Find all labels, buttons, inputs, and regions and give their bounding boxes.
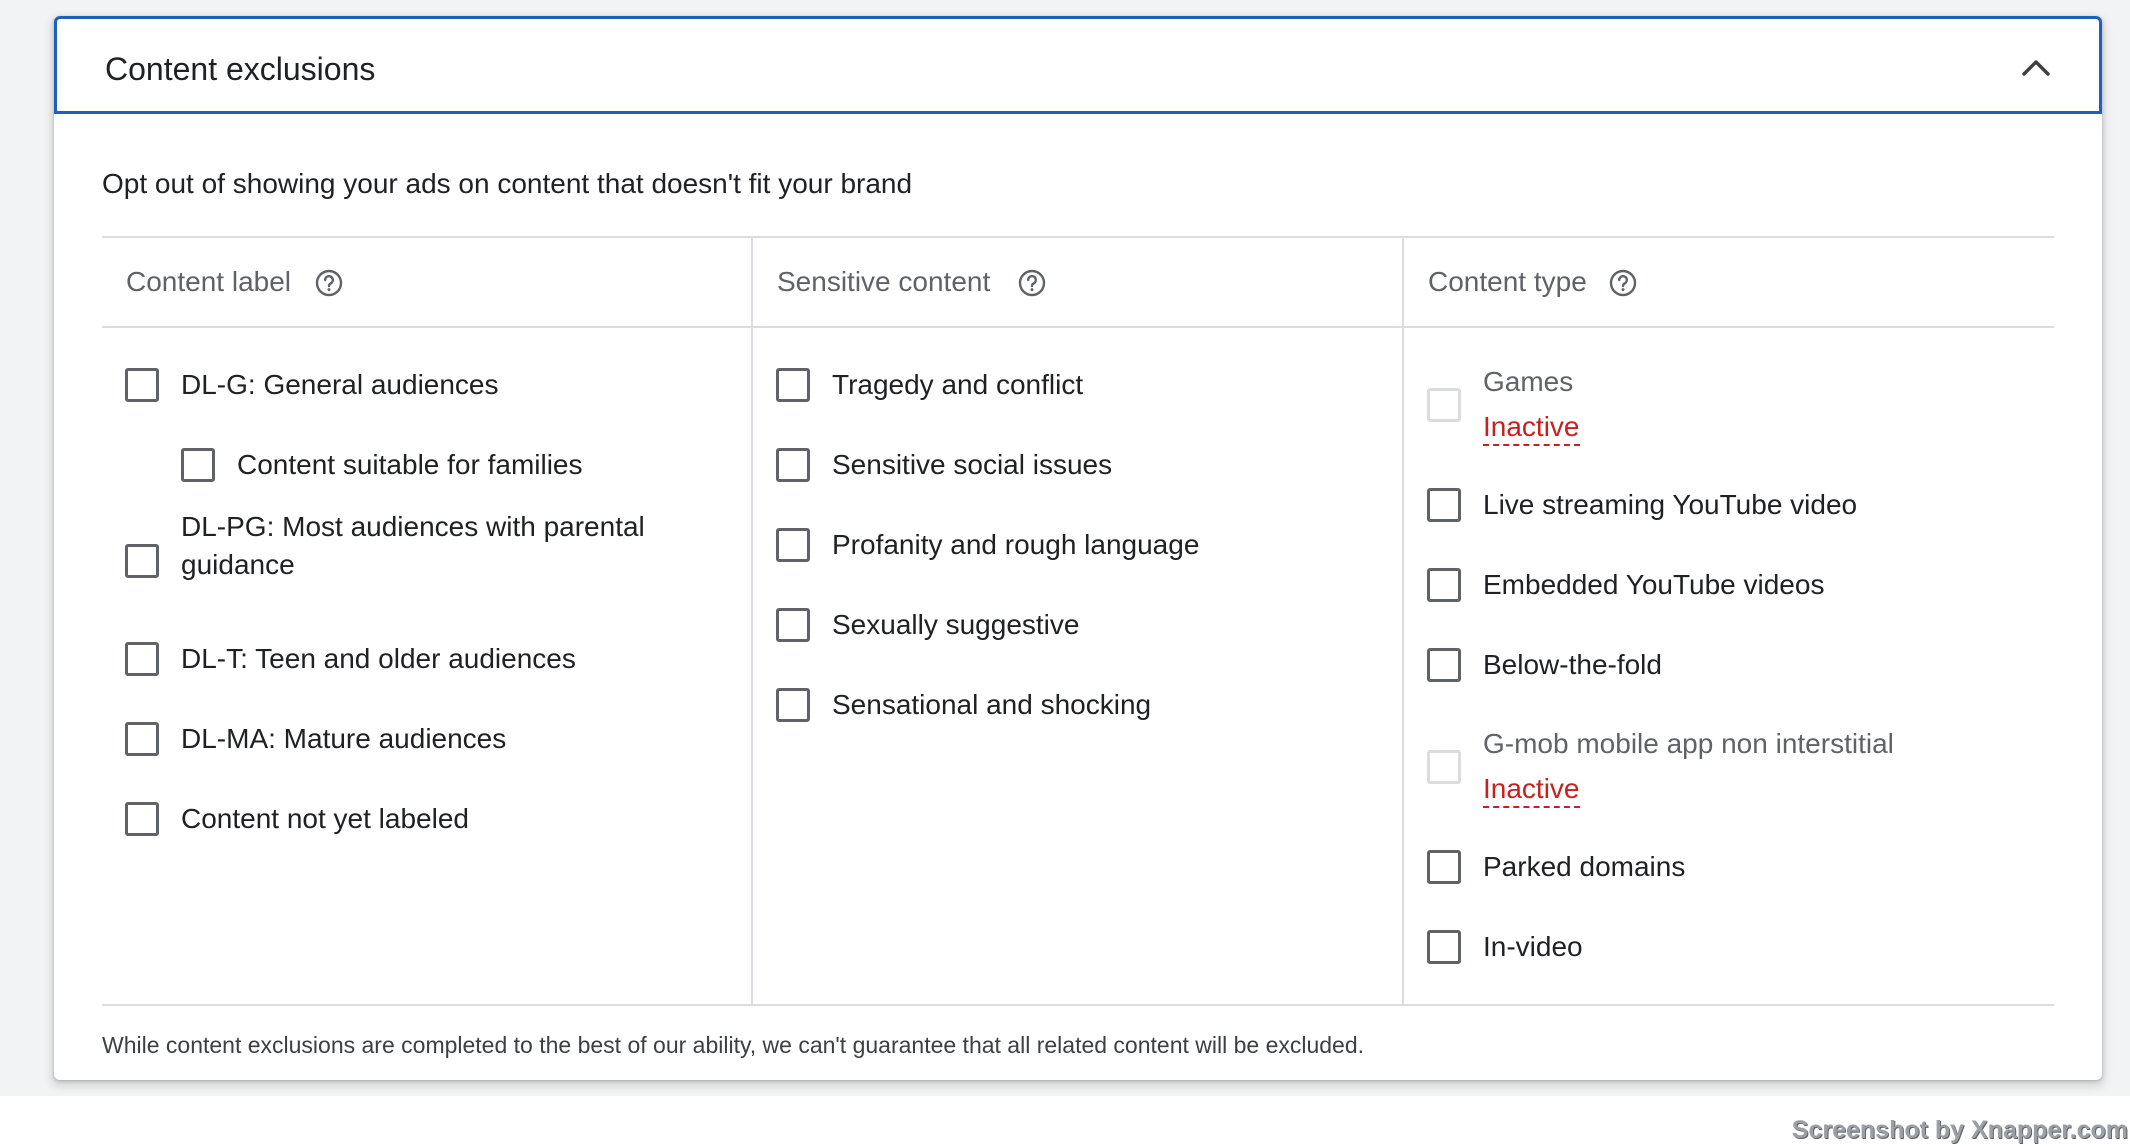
chevron-up-icon [2022, 60, 2050, 76]
checkbox-label: Content not yet labeled [181, 803, 469, 834]
checkbox-label: G-mob mobile app non interstitial [1483, 728, 1894, 759]
checkbox-label: Sexually suggestive [832, 609, 1080, 640]
checkbox-disabled [1427, 750, 1461, 784]
checkbox[interactable] [125, 642, 159, 676]
checkbox-label: DL-PG: Most audiences with parental guid… [181, 511, 645, 580]
column-header-label: Sensitive content [777, 266, 991, 297]
column-header: Sensitive content [753, 238, 1402, 328]
checkbox[interactable] [776, 688, 810, 722]
watermark: Screenshot by Xnapper.com [1791, 1116, 2128, 1144]
inactive-status-link[interactable]: Inactive [1483, 410, 1580, 446]
checkbox-label: Profanity and rough language [832, 529, 1200, 560]
checkbox[interactable] [181, 448, 215, 482]
checkbox[interactable] [776, 608, 810, 642]
checkbox[interactable] [776, 528, 810, 562]
help-circle-icon[interactable] [314, 268, 344, 298]
exclusions-grid: Content label DL-G: General audiences Co… [102, 236, 2054, 1006]
column-header-label: Content label [126, 266, 292, 297]
checkbox-disabled [1427, 388, 1461, 422]
checkbox[interactable] [1427, 648, 1461, 682]
checkbox-label: Games [1483, 366, 1574, 397]
column-header: Content label [102, 238, 751, 328]
checkbox[interactable] [125, 722, 159, 756]
card-title: Content exclusions [105, 51, 376, 87]
checkbox-label: Sensitive social issues [832, 449, 1113, 480]
checkbox-label: Embedded YouTube videos [1483, 569, 1825, 600]
checkbox-label: DL-G: General audiences [181, 369, 499, 400]
column-header-label: Content type [1428, 266, 1587, 297]
card-subtitle: Opt out of showing your ads on content t… [102, 168, 913, 199]
checkbox-label: Sensational and shocking [832, 689, 1152, 720]
checkbox[interactable] [776, 368, 810, 402]
column-content-label: Content label DL-G: General audiences Co… [102, 238, 753, 1004]
checkbox[interactable] [1427, 568, 1461, 602]
checkbox[interactable] [1427, 488, 1461, 522]
checkbox[interactable] [125, 368, 159, 402]
help-circle-icon[interactable] [1608, 268, 1638, 298]
checkbox-label: DL-MA: Mature audiences [181, 723, 507, 754]
checkbox[interactable] [1427, 850, 1461, 884]
disclaimer-note: While content exclusions are completed t… [102, 1032, 1365, 1058]
checkbox-label: In-video [1483, 931, 1583, 962]
checkbox-label: Tragedy and conflict [832, 369, 1084, 400]
content-exclusions-card: Content exclusions Opt out of showing yo… [54, 16, 2102, 1080]
checkbox-label: Live streaming YouTube video [1483, 489, 1858, 520]
checkbox-label: Content suitable for families [237, 449, 583, 480]
card-header[interactable]: Content exclusions [54, 16, 2102, 114]
checkbox-label: Parked domains [1483, 851, 1686, 882]
checkbox-label: Below-the-fold [1483, 649, 1662, 680]
column-content-type: Content type Games Inactive Live streami… [1404, 238, 2054, 1004]
checkbox[interactable] [1427, 930, 1461, 964]
column-sensitive-content: Sensitive content Tragedy and conflict S… [753, 238, 1404, 1004]
checkbox[interactable] [125, 802, 159, 836]
checkbox[interactable] [776, 448, 810, 482]
column-header: Content type [1404, 238, 2054, 328]
help-circle-icon[interactable] [1017, 268, 1047, 298]
checkbox[interactable] [125, 544, 159, 578]
inactive-status-link[interactable]: Inactive [1483, 772, 1580, 808]
collapse-button[interactable] [2013, 45, 2059, 91]
checkbox-label: DL-T: Teen and older audiences [181, 643, 576, 674]
